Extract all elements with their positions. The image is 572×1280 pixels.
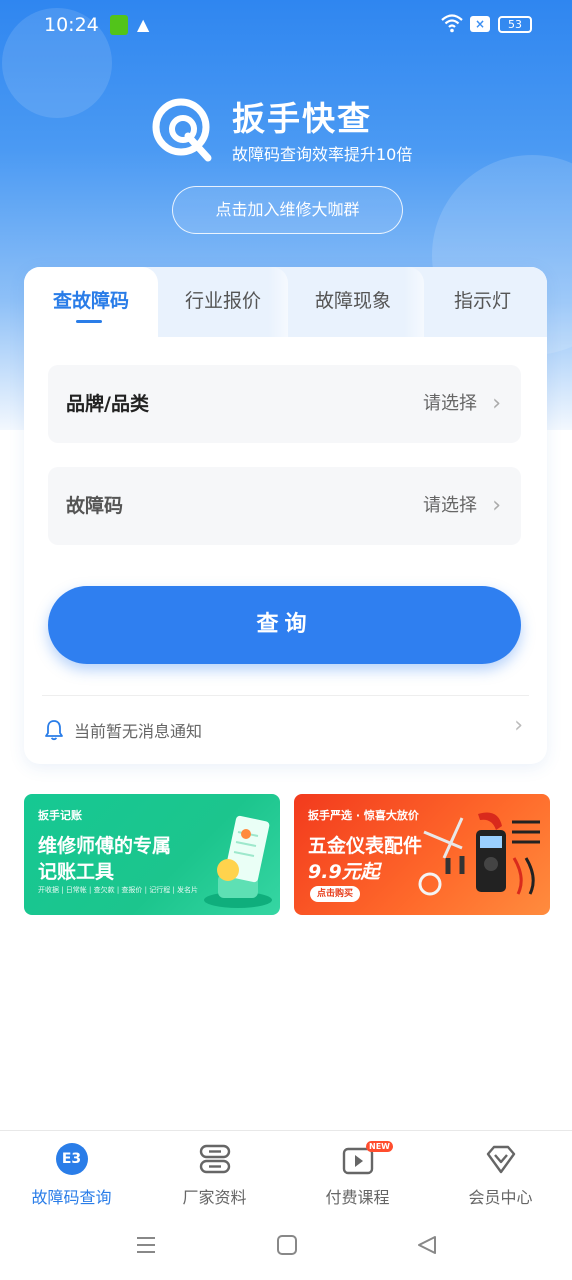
chevron-right-icon: › <box>492 391 501 416</box>
banner-title: 五金仪表配件 <box>308 835 423 857</box>
warning-icon: ▲ <box>137 15 150 34</box>
banner-tag: 扳手记账 <box>38 809 82 822</box>
bell-icon <box>45 720 63 741</box>
app-notification-icon <box>110 15 128 35</box>
banner-tag: 扳手严选 · 惊喜大放价 <box>308 809 419 822</box>
fault-code-select[interactable]: 故障码 请选择 › <box>48 467 521 545</box>
sim-off-icon: × <box>470 16 490 32</box>
tab-fault-code[interactable]: 查故障码 <box>24 267 158 337</box>
app-name: 扳手快查 <box>232 99 372 138</box>
join-group-button[interactable]: 点击加入维修大咖群 <box>172 186 403 234</box>
query-button[interactable]: 查询 <box>48 586 521 664</box>
tab-label: 行业报价 <box>184 290 261 312</box>
fault-code-label: 故障码 <box>66 495 124 517</box>
banner-price: 9.9元起 <box>308 861 380 883</box>
nav-label: 付费课程 <box>325 1188 390 1207</box>
nav-member-center[interactable]: 会员中心 <box>429 1131 572 1221</box>
chevron-right-icon: › <box>492 493 501 518</box>
brand-value: 请选择 <box>423 393 477 414</box>
database-icon <box>199 1144 230 1174</box>
shop-banner[interactable]: 扳手严选 · 惊喜大放价 五金仪表配件 9.9元起 点击购买 <box>294 794 550 915</box>
tab-indicator-light[interactable]: 指示灯 <box>418 267 547 337</box>
nav-paid-courses[interactable]: NEW 付费课程 <box>286 1131 429 1221</box>
banner-subtitle: 记账工具 <box>38 861 115 883</box>
tab-symptoms[interactable]: 故障现象 <box>288 267 418 337</box>
e3-icon: E3 <box>55 1143 88 1175</box>
nav-label: 会员中心 <box>468 1188 533 1207</box>
nav-manufacturer-docs[interactable]: 厂家资料 <box>143 1131 286 1221</box>
app-logo-icon <box>152 98 212 162</box>
status-bar: 10:24 ▲ × 53 <box>0 0 572 52</box>
receipt-illustration <box>204 815 272 908</box>
tab-label: 故障现象 <box>314 290 391 312</box>
brand-select[interactable]: 品牌/品类 请选择 › <box>48 365 521 443</box>
notice-text: 当前暂无消息通知 <box>74 722 203 741</box>
system-navigation-bar <box>0 1220 572 1280</box>
vip-diamond-icon <box>486 1145 515 1174</box>
chevron-right-icon[interactable]: › <box>514 713 523 738</box>
bookkeeping-banner[interactable]: 扳手记账 维修师傅的专属 记账工具 开收据 | 日常帐 | 查欠款 | 查报价 … <box>24 794 280 915</box>
status-time: 10:24 <box>44 14 99 36</box>
brand-label: 品牌/品类 <box>66 393 149 415</box>
wifi-icon <box>441 14 463 33</box>
tab-label: 指示灯 <box>453 290 511 312</box>
nav-label: 故障码查询 <box>31 1188 112 1207</box>
meter-tools-illustration <box>418 812 540 896</box>
bottom-navigation: E3 故障码查询 厂家资料 NEW 付费课程 会员中心 <box>0 1130 572 1220</box>
menu-icon[interactable] <box>135 1234 157 1256</box>
tab-divider <box>268 267 288 337</box>
tab-label: 查故障码 <box>52 290 129 312</box>
home-icon[interactable] <box>276 1234 298 1256</box>
active-tab-indicator <box>76 320 102 323</box>
new-badge: NEW <box>366 1141 393 1152</box>
app-slogan: 故障码查询效率提升10倍 <box>232 145 413 164</box>
tab-bar: 查故障码 行业报价 故障现象 指示灯 <box>24 267 547 337</box>
buy-button[interactable]: 点击购买 <box>310 886 360 902</box>
divider <box>42 695 529 696</box>
banner-features: 开收据 | 日常帐 | 查欠款 | 查报价 | 记行程 | 发名片 <box>38 886 199 894</box>
battery-indicator: 53 <box>498 16 532 33</box>
banner-title: 维修师傅的专属 <box>38 835 172 857</box>
nav-fault-code-query[interactable]: E3 故障码查询 <box>0 1131 143 1221</box>
back-icon[interactable] <box>416 1234 438 1256</box>
nav-label: 厂家资料 <box>182 1188 247 1207</box>
fault-code-value: 请选择 <box>423 495 477 516</box>
query-card: 查故障码 行业报价 故障现象 指示灯 品牌/品类 请选择 › 故障码 请选择 ›… <box>24 267 547 764</box>
